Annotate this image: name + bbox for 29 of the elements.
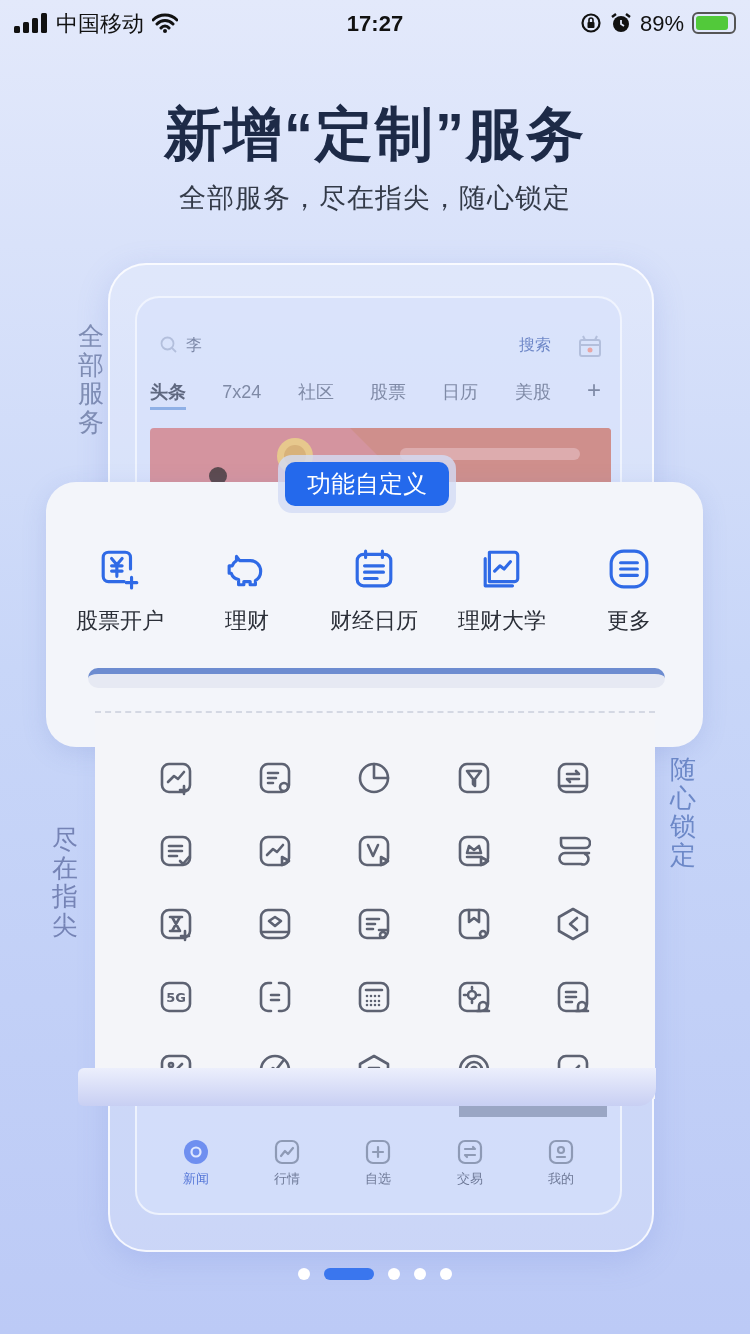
tab-bar-item[interactable]: 自选 (348, 1139, 409, 1189)
tab-bar-item[interactable]: 交易 (439, 1139, 500, 1189)
headline: 新增“定制”服务 (164, 100, 586, 168)
news-tab[interactable]: 股票 (370, 370, 406, 410)
battery-percent: 89% (639, 9, 684, 38)
shortcut-item[interactable]: 股票开户 (59, 548, 180, 637)
news-tab[interactable]: 头条 (150, 370, 186, 410)
news-tab[interactable]: 社区 (297, 370, 334, 410)
feature-badge: 功能自定义 (278, 455, 456, 513)
side-caption: 全部服务 (78, 322, 104, 437)
carrier-name: 中国移动 (56, 9, 144, 38)
shortcut-item[interactable]: 理财 (187, 548, 308, 637)
tab-bar-item[interactable]: 行情 (257, 1139, 318, 1189)
shortcut-item[interactable]: 理财大学 (441, 548, 562, 637)
label-icon[interactable]: 5G (158, 979, 194, 1015)
subtitle: 全部服务，尽在指尖，随心锁定 (179, 182, 571, 215)
clock-time: 17:27 (346, 9, 404, 38)
news-tab[interactable]: 日历 (442, 370, 479, 410)
side-caption: 随心锁定 (670, 755, 696, 870)
news-tab[interactable]: 美股 (514, 370, 551, 410)
side-caption: 尽在指尖 (52, 825, 78, 940)
search-button[interactable]: 搜索 (519, 333, 551, 357)
news-tab[interactable]: 7x24 (222, 370, 262, 410)
tab-bar-item[interactable]: 我的 (531, 1139, 592, 1189)
search-field[interactable]: 李 (186, 333, 511, 357)
shortcut-item[interactable]: 财经日历 (314, 548, 435, 637)
shortcut-item[interactable]: 更多 (569, 548, 690, 637)
tab-bar-item[interactable]: 新闻 (165, 1139, 226, 1189)
add-tab-button[interactable]: + (586, 372, 601, 408)
